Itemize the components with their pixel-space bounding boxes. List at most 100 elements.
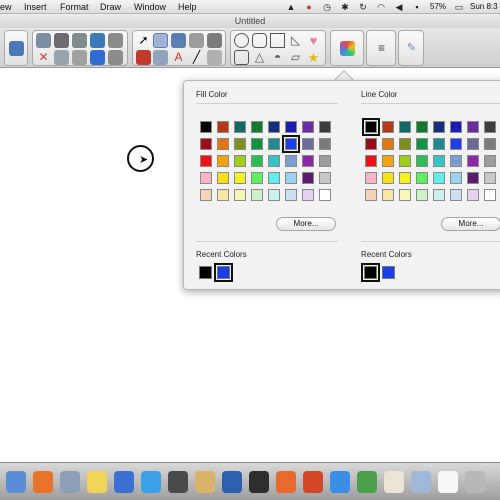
fill-color-swatch[interactable] xyxy=(285,172,297,184)
fill-color-swatch[interactable] xyxy=(302,121,314,133)
keynote-icon[interactable] xyxy=(276,471,296,493)
line-color-swatch[interactable] xyxy=(467,138,479,150)
firefox-icon[interactable] xyxy=(33,471,53,493)
line-color-swatch[interactable] xyxy=(416,172,428,184)
line-color-swatch[interactable] xyxy=(467,172,479,184)
fill-color-swatch[interactable] xyxy=(319,189,331,201)
line-color-swatch[interactable] xyxy=(433,138,445,150)
rounded-rect-icon[interactable] xyxy=(252,33,267,48)
fill-color-swatch[interactable] xyxy=(251,121,263,133)
activity-monitor-icon[interactable] xyxy=(249,471,269,493)
line-color-swatch[interactable] xyxy=(433,121,445,133)
fill-color-swatch[interactable] xyxy=(302,172,314,184)
line-color-swatch[interactable] xyxy=(416,155,428,167)
color-picker-icon[interactable] xyxy=(340,41,355,56)
brush-icon[interactable] xyxy=(207,33,222,48)
export-icon[interactable] xyxy=(90,50,105,65)
menu-format[interactable]: Format xyxy=(60,2,89,12)
line-color-swatch[interactable] xyxy=(416,121,428,133)
attach-icon[interactable]: ✎ xyxy=(404,41,419,56)
highlighter-icon[interactable] xyxy=(171,33,186,48)
delete-icon[interactable]: ✕ xyxy=(36,50,51,65)
fill-color-swatch[interactable] xyxy=(302,155,314,167)
line-color-swatch[interactable] xyxy=(365,189,377,201)
fill-color-swatch[interactable] xyxy=(285,121,297,133)
fill-color-swatch[interactable] xyxy=(251,138,263,150)
app-store-icon[interactable] xyxy=(141,471,161,493)
fill-color-swatch[interactable] xyxy=(319,155,331,167)
fill-color-swatch[interactable] xyxy=(200,155,212,167)
line-recent-swatch[interactable] xyxy=(382,266,395,279)
fill-color-swatch[interactable] xyxy=(251,189,263,201)
square-shape-icon[interactable] xyxy=(234,50,249,65)
fill-color-swatch[interactable] xyxy=(234,172,246,184)
photos-icon[interactable] xyxy=(195,471,215,493)
line-color-swatch[interactable] xyxy=(484,155,496,167)
line-color-swatch[interactable] xyxy=(450,189,462,201)
image-icon[interactable] xyxy=(54,33,69,48)
line-color-swatch[interactable] xyxy=(365,155,377,167)
fill-color-swatch[interactable] xyxy=(268,172,280,184)
line-color-swatch[interactable] xyxy=(399,121,411,133)
battery-percent[interactable]: 57% xyxy=(430,2,446,11)
time-machine-icon[interactable]: ◷ xyxy=(322,2,332,12)
menu-window[interactable]: Window xyxy=(134,2,166,12)
line-color-swatch[interactable] xyxy=(382,172,394,184)
fill-color-swatch[interactable] xyxy=(200,189,212,201)
fill-color-swatch[interactable] xyxy=(200,172,212,184)
record-icon[interactable]: ● xyxy=(304,2,314,12)
line-color-swatch[interactable] xyxy=(433,172,445,184)
line-width-icon[interactable]: ≡ xyxy=(374,41,389,56)
line-color-swatch[interactable] xyxy=(399,138,411,150)
line-color-swatch[interactable] xyxy=(484,138,496,150)
fill-color-swatch[interactable] xyxy=(217,138,229,150)
word-icon[interactable] xyxy=(222,471,242,493)
table-icon[interactable] xyxy=(72,50,87,65)
edge-icon[interactable] xyxy=(330,471,350,493)
finder-icon[interactable] xyxy=(6,471,26,493)
line-color-swatch[interactable] xyxy=(467,121,479,133)
line-recent-swatch[interactable] xyxy=(361,263,380,282)
sync-status-icon[interactable]: ↻ xyxy=(358,2,368,12)
undo-icon[interactable] xyxy=(108,33,123,48)
line-more-button[interactable]: More... xyxy=(441,217,500,231)
fill-color-swatch[interactable] xyxy=(251,155,263,167)
fill-color-swatch[interactable] xyxy=(217,189,229,201)
line-color-swatch[interactable] xyxy=(484,189,496,201)
battery-icon[interactable]: ▭ xyxy=(452,2,466,12)
gallery-icon[interactable] xyxy=(72,33,87,48)
line-color-swatch[interactable] xyxy=(399,172,411,184)
help-icon[interactable] xyxy=(438,471,458,493)
quicktime-icon[interactable] xyxy=(114,471,134,493)
fill-color-swatch[interactable] xyxy=(285,189,297,201)
line-color-swatch[interactable] xyxy=(484,121,496,133)
rect-shape-icon[interactable] xyxy=(270,33,285,48)
circle-shape-icon[interactable] xyxy=(234,33,249,48)
screen-icon[interactable] xyxy=(54,50,69,65)
line-color-swatch[interactable] xyxy=(382,138,394,150)
menu-draw[interactable]: Draw xyxy=(100,2,121,12)
fill-color-swatch[interactable] xyxy=(200,121,212,133)
line-color-swatch[interactable] xyxy=(450,138,462,150)
flag-icon[interactable]: ▪ xyxy=(412,2,422,12)
star-shape-icon[interactable]: ★ xyxy=(306,50,321,65)
line-color-swatch[interactable] xyxy=(416,138,428,150)
parallelogram-icon[interactable]: ▱ xyxy=(288,50,303,65)
line-color-swatch[interactable] xyxy=(362,118,380,136)
folder-icon[interactable] xyxy=(411,471,431,493)
half-circle-icon[interactable]: ◓ xyxy=(270,50,285,65)
triangle-outline-icon[interactable]: △ xyxy=(252,50,267,65)
volume-icon[interactable]: ◀ xyxy=(394,2,404,12)
line-color-swatch[interactable] xyxy=(365,172,377,184)
menu-help[interactable]: Help xyxy=(178,2,197,12)
line-color-swatch[interactable] xyxy=(467,189,479,201)
fill-color-swatch[interactable] xyxy=(282,135,300,153)
line-color-swatch[interactable] xyxy=(382,155,394,167)
powerpoint-icon[interactable] xyxy=(303,471,323,493)
select-arrow-icon[interactable]: ➚ xyxy=(136,33,151,48)
fill-color-swatch[interactable] xyxy=(319,138,331,150)
fill-color-swatch[interactable] xyxy=(302,138,314,150)
creative-pen-icon[interactable] xyxy=(136,50,151,65)
upload-status-icon[interactable]: ▲ xyxy=(286,2,296,12)
line-color-swatch[interactable] xyxy=(399,189,411,201)
